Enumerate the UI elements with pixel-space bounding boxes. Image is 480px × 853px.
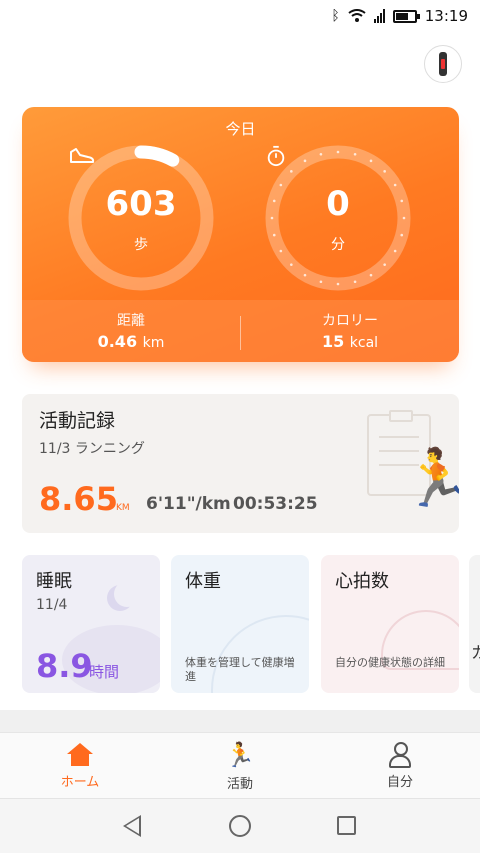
distance-stat: 距離 0.46 km bbox=[22, 300, 240, 362]
sleep-date: 11/4 bbox=[36, 597, 68, 613]
cell-signal-icon bbox=[373, 9, 385, 23]
tab-home[interactable]: ホーム bbox=[0, 733, 160, 798]
heart-title: 心拍数 bbox=[335, 571, 389, 592]
heart-desc: 自分の健康状態の詳細 bbox=[335, 656, 445, 669]
partial-card-title: カ bbox=[471, 643, 480, 662]
home-screen: 今日 603 歩 0 分 距離 0.46 km カロリー 15 kcal 🏃 活… bbox=[0, 34, 480, 710]
calories-value: 15 bbox=[321, 332, 345, 351]
recent-apps-icon[interactable] bbox=[337, 816, 356, 835]
clock: 13:19 bbox=[424, 7, 468, 25]
divider bbox=[0, 710, 480, 732]
runner-illustration-icon: 🏃 bbox=[402, 446, 459, 511]
today-card[interactable]: 今日 603 歩 0 分 距離 0.46 km カロリー 15 kcal bbox=[22, 107, 459, 362]
weight-title: 体重 bbox=[185, 571, 221, 592]
active-minutes-ring[interactable]: 0 分 bbox=[265, 145, 411, 291]
distance-value: 0.46 bbox=[97, 332, 138, 351]
steps-ring[interactable]: 603 歩 bbox=[68, 145, 214, 291]
sleep-title: 睡眠 bbox=[36, 571, 72, 592]
user-icon bbox=[388, 741, 412, 768]
activity-duration: 00:53:25 bbox=[233, 494, 318, 514]
minutes-value: 0 bbox=[326, 184, 350, 224]
sleep-unit: 時間 bbox=[89, 663, 120, 681]
band-icon bbox=[439, 52, 447, 76]
sleep-card[interactable]: 睡眠 11/4 8.9 時間 bbox=[22, 555, 160, 693]
running-icon: 🏃 bbox=[225, 741, 255, 769]
weight-desc: 体重を管理して健康増進 bbox=[185, 656, 295, 683]
distance-label: 距離 bbox=[117, 313, 145, 329]
activity-pace: 6'11"/km bbox=[146, 494, 231, 514]
partial-card[interactable]: カ bbox=[469, 555, 480, 693]
steps-value: 603 bbox=[105, 184, 177, 224]
today-title: 今日 bbox=[225, 120, 256, 138]
tab-activity[interactable]: 🏃 活動 bbox=[160, 733, 320, 798]
home-icon bbox=[67, 743, 93, 767]
today-summary: 距離 0.46 km カロリー 15 kcal bbox=[22, 300, 459, 362]
device-button[interactable] bbox=[424, 45, 462, 83]
stopwatch-icon bbox=[267, 145, 285, 167]
bottom-tab-bar: ホーム 🏃 活動 自分 bbox=[0, 732, 480, 798]
heart-rate-card[interactable]: 心拍数 自分の健康状態の詳細 bbox=[321, 555, 459, 693]
tab-activity-label: 活動 bbox=[226, 777, 253, 792]
calories-stat: カロリー 15 kcal bbox=[241, 300, 459, 362]
moon-icon bbox=[114, 581, 140, 607]
battery-icon bbox=[392, 9, 420, 23]
calories-unit: kcal bbox=[349, 335, 379, 351]
system-nav-bar bbox=[0, 798, 480, 853]
home-circle-icon[interactable] bbox=[229, 815, 251, 837]
tab-home-label: ホーム bbox=[60, 775, 100, 790]
minutes-unit: 分 bbox=[331, 237, 345, 253]
steps-unit: 歩 bbox=[134, 237, 148, 253]
back-icon[interactable] bbox=[123, 815, 141, 837]
calories-label: カロリー bbox=[322, 313, 378, 329]
status-bar: ᛒ 13:19 bbox=[0, 0, 480, 34]
bluetooth-icon: ᛒ bbox=[331, 8, 340, 24]
weight-card[interactable]: 体重 体重を管理して健康増進 bbox=[171, 555, 309, 693]
sleep-value: 8.9 bbox=[36, 647, 93, 685]
tab-me[interactable]: 自分 bbox=[320, 733, 480, 798]
activity-title: 活動記録 bbox=[39, 410, 116, 432]
activity-record-card[interactable]: 🏃 活動記録 11/3 ランニング 8.65 KM 6'11"/km 00:53… bbox=[22, 394, 459, 533]
tab-me-label: 自分 bbox=[386, 775, 413, 790]
wifi-icon bbox=[348, 9, 366, 22]
activity-date-type: 11/3 ランニング bbox=[39, 441, 145, 457]
activity-distance-unit: KM bbox=[116, 503, 130, 513]
shoe-icon bbox=[70, 148, 95, 163]
activity-distance: 8.65 bbox=[39, 480, 118, 518]
distance-unit: km bbox=[142, 335, 165, 351]
